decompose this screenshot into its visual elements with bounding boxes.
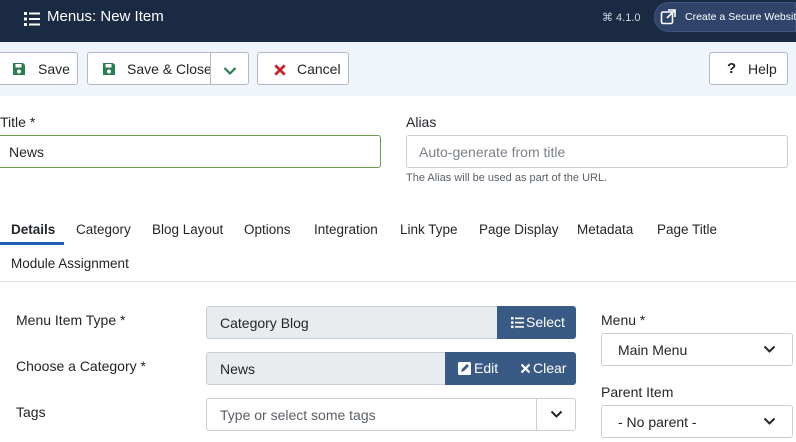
chevron-down-icon bbox=[223, 67, 237, 76]
save-close-label: Save & Close bbox=[127, 61, 212, 77]
category-field: News bbox=[206, 352, 450, 385]
edit-icon bbox=[458, 362, 471, 375]
tab-page-display[interactable]: Page Display bbox=[479, 222, 559, 237]
active-tab-indicator bbox=[0, 242, 64, 245]
close-icon bbox=[274, 64, 286, 76]
question-icon: ? bbox=[727, 60, 737, 77]
version-label: ⌘ 4.1.0 bbox=[602, 12, 641, 24]
select-button-label: Select bbox=[526, 314, 565, 330]
edit-category-button[interactable]: Edit bbox=[445, 352, 508, 385]
menu-select[interactable]: Main Menu bbox=[601, 333, 793, 366]
save-button[interactable]: Save bbox=[0, 52, 78, 85]
save-icon bbox=[13, 63, 25, 75]
parent-item-select[interactable]: - No parent - bbox=[601, 405, 793, 438]
help-button[interactable]: ? Help bbox=[709, 52, 788, 85]
tab-page-title[interactable]: Page Title bbox=[657, 222, 717, 237]
close-icon bbox=[520, 363, 531, 374]
clear-button-label: Clear bbox=[533, 360, 567, 376]
cancel-button[interactable]: Cancel bbox=[257, 52, 349, 85]
menu-item-type-label: Menu Item Type * bbox=[16, 312, 126, 328]
category-label: Choose a Category * bbox=[16, 358, 146, 374]
tab-category[interactable]: Category bbox=[76, 222, 131, 237]
tab-details[interactable]: Details bbox=[11, 222, 55, 237]
tab-module-assignment[interactable]: Module Assignment bbox=[11, 256, 129, 271]
create-secure-website-label: Create a Secure Website bbox=[685, 11, 796, 23]
menu-item-type-field: Category Blog bbox=[206, 306, 502, 339]
menu-label: Menu * bbox=[601, 312, 646, 328]
tags-select[interactable]: Type or select some tags bbox=[206, 398, 576, 431]
tab-integration[interactable]: Integration bbox=[314, 222, 378, 237]
create-secure-website-button[interactable]: Create a Secure Website bbox=[654, 2, 796, 32]
help-label: Help bbox=[748, 61, 777, 77]
tab-blog-layout[interactable]: Blog Layout bbox=[152, 222, 223, 237]
divider bbox=[536, 399, 537, 430]
save-label: Save bbox=[38, 61, 70, 77]
clear-category-button[interactable]: Clear bbox=[507, 352, 576, 385]
alias-hint: The Alias will be used as part of the UR… bbox=[406, 172, 608, 184]
tags-placeholder: Type or select some tags bbox=[220, 407, 376, 423]
title-input[interactable]: News bbox=[0, 135, 381, 168]
select-type-button[interactable]: Select bbox=[497, 306, 576, 339]
chevron-down-icon bbox=[550, 410, 563, 418]
menu-value: Main Menu bbox=[618, 342, 688, 358]
edit-button-label: Edit bbox=[474, 360, 499, 376]
external-link-icon bbox=[660, 9, 676, 25]
parent-item-label: Parent Item bbox=[601, 384, 674, 400]
chevron-down-icon bbox=[763, 417, 776, 425]
save-options-dropdown[interactable] bbox=[210, 52, 249, 85]
save-close-button[interactable]: Save & Close bbox=[87, 52, 212, 85]
save-icon bbox=[103, 63, 115, 75]
chevron-down-icon bbox=[763, 345, 776, 353]
parent-item-value: - No parent - bbox=[618, 414, 697, 430]
cancel-label: Cancel bbox=[297, 61, 341, 77]
tab-metadata[interactable]: Metadata bbox=[577, 222, 633, 237]
tags-label: Tags bbox=[16, 404, 46, 420]
list-icon bbox=[24, 12, 40, 26]
title-label: Title * bbox=[0, 114, 36, 130]
alias-label: Alias bbox=[406, 114, 437, 130]
list-icon bbox=[511, 317, 524, 329]
tab-options[interactable]: Options bbox=[244, 222, 291, 237]
app-header: Menus: New Item ⌘ 4.1.0 Create a Secure … bbox=[0, 0, 796, 42]
page-title: Menus: New Item bbox=[47, 8, 164, 25]
toolbar: Save Save & Close Cancel ? Help bbox=[0, 42, 796, 96]
alias-input[interactable]: Auto-generate from title bbox=[406, 135, 788, 168]
tab-link-type[interactable]: Link Type bbox=[400, 222, 458, 237]
